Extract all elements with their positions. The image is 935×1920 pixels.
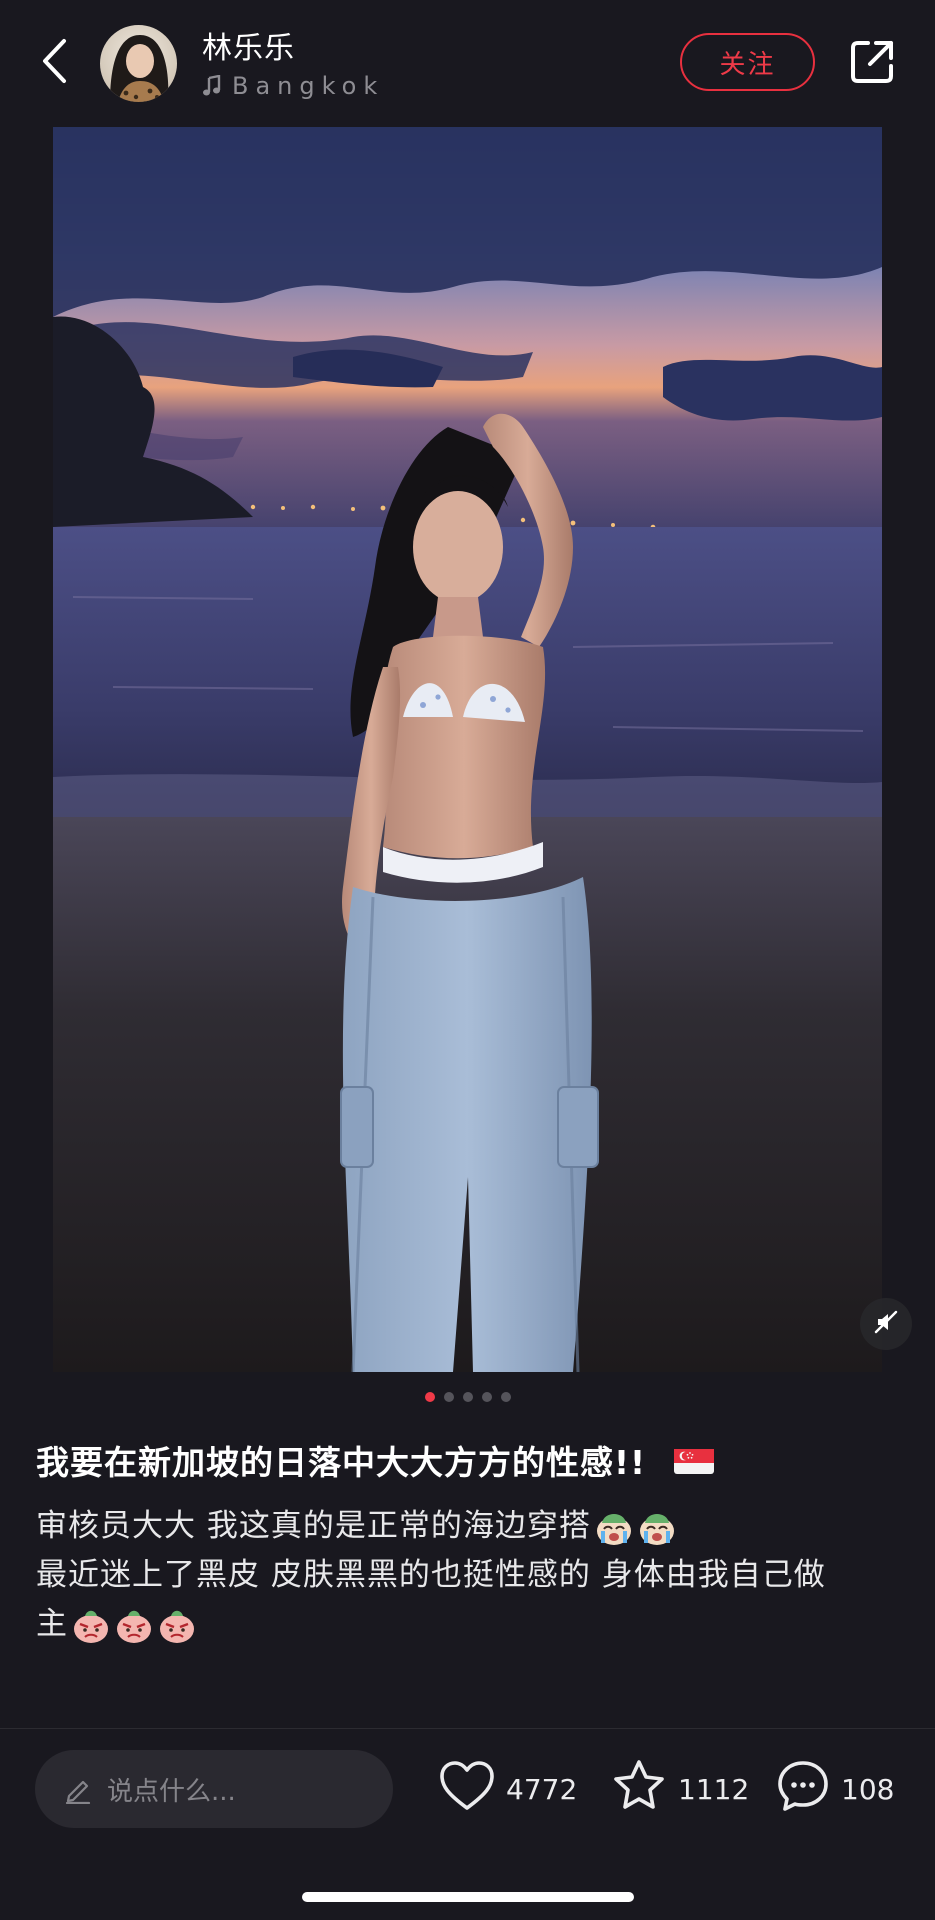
comment-input[interactable]: 说点什么... — [35, 1750, 393, 1828]
music-note-icon — [202, 74, 226, 98]
chat-bubble-icon — [775, 1758, 841, 1821]
page-dot-active[interactable] — [424, 1392, 435, 1402]
mute-button[interactable] — [860, 1298, 912, 1350]
home-indicator[interactable] — [302, 1892, 634, 1902]
description-line-text: 主 — [36, 1606, 68, 1642]
favorite-button[interactable]: 1112 — [610, 1758, 749, 1820]
back-button[interactable] — [28, 34, 80, 92]
description-line: 审核员大大 我这真的是正常的海边穿搭 — [36, 1502, 906, 1551]
chevron-left-icon — [40, 38, 68, 88]
angry-face-icon — [157, 1605, 197, 1645]
comment-button[interactable]: 108 — [775, 1758, 894, 1820]
page-dot[interactable] — [500, 1392, 511, 1402]
like-count: 4772 — [506, 1772, 578, 1806]
page-dot[interactable] — [443, 1392, 454, 1402]
share-button[interactable] — [848, 38, 896, 86]
star-icon — [610, 1758, 678, 1821]
heart-icon — [438, 1760, 506, 1819]
post-title-text: 我要在新加坡的日落中大大方方的性感!! — [36, 1443, 647, 1482]
comment-placeholder: 说点什么... — [107, 1776, 236, 1807]
location-tag[interactable]: Bangkok — [202, 72, 384, 100]
favorite-count: 1112 — [678, 1772, 750, 1806]
description-line: 主 — [36, 1600, 906, 1649]
image-pagination — [0, 1392, 935, 1402]
post-description: 审核员大大 我这真的是正常的海边穿搭 最近迷上了黑皮 皮肤黑黑的也挺性感的 身体… — [36, 1502, 906, 1649]
like-button[interactable]: 4772 — [438, 1758, 577, 1820]
description-line-text: 最近迷上了黑皮 皮肤黑黑的也挺性感的 身体由我自己做 — [36, 1557, 826, 1593]
angry-face-icon — [114, 1605, 154, 1645]
username[interactable]: 林乐乐 — [202, 23, 295, 67]
crying-face-icon — [594, 1507, 634, 1547]
avatar[interactable] — [100, 25, 177, 102]
post-title: 我要在新加坡的日落中大大方方的性感!! — [36, 1436, 906, 1484]
crying-face-icon — [637, 1507, 677, 1547]
page-dot[interactable] — [481, 1392, 492, 1402]
follow-button[interactable]: 关注 — [680, 33, 815, 91]
page-dot[interactable] — [462, 1392, 473, 1402]
location-label: Bangkok — [232, 72, 385, 100]
pencil-icon — [63, 1774, 93, 1805]
speaker-muted-icon — [874, 1310, 898, 1338]
singapore-flag-icon — [674, 1446, 715, 1474]
comment-count: 108 — [841, 1772, 895, 1806]
post-image[interactable] — [53, 127, 882, 1372]
share-icon — [848, 41, 896, 90]
angry-face-icon — [71, 1605, 111, 1645]
description-line-text: 审核员大大 我这真的是正常的海边穿搭 — [36, 1508, 591, 1544]
bottom-bar-divider — [0, 1728, 935, 1729]
post-detail-screen: 林乐乐 Bangkok 关注 我要在新加坡的日落中大大方方的性感!! 审核员大大… — [0, 0, 935, 1920]
top-bar: 林乐乐 Bangkok 关注 — [0, 0, 935, 120]
description-line: 最近迷上了黑皮 皮肤黑黑的也挺性感的 身体由我自己做 — [36, 1551, 906, 1600]
